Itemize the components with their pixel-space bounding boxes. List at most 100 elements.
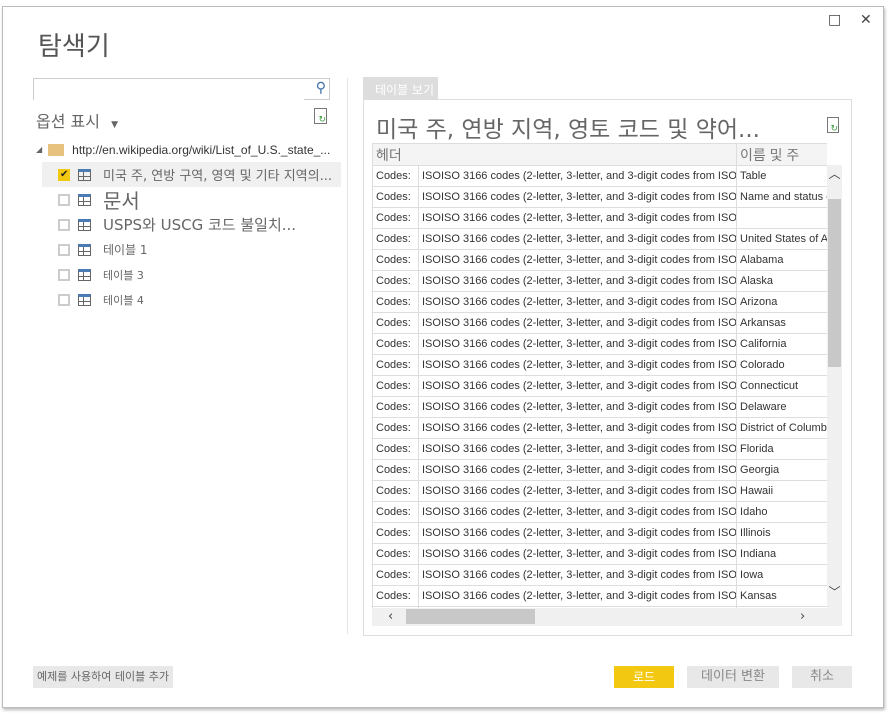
table-row: Codes: ISOISO 3166 codes (2-letter, 3-let…	[372, 354, 827, 376]
table-row: Codes: ISOISO 3166 codes (2-letter, 3-let…	[372, 375, 827, 397]
search-box: ⚲	[33, 78, 330, 100]
preview-title: 미국 주, 연방 지역, 영토 코드 및 약어...	[376, 117, 760, 143]
table-cell: Codes:	[372, 585, 419, 607]
table-cell: Georgia	[736, 459, 827, 481]
checkbox[interactable]	[58, 293, 70, 306]
table-cell: Codes:	[372, 396, 419, 418]
table-row: Codes: ISOISO 3166 codes (2-letter, 3-let…	[372, 501, 827, 523]
table-cell: ISOISO 3166 codes (2-letter, 3-letter, a…	[417, 564, 738, 586]
table-cell: ISOISO 3166 codes (2-letter, 3-letter, a…	[417, 438, 738, 460]
table-row: Codes: ISOISO 3166 codes (2-letter, 3-let…	[372, 543, 827, 565]
scroll-thumb[interactable]	[406, 609, 535, 624]
table-cell: ISOISO 3166 codes (2-letter, 3-letter, a…	[417, 333, 738, 355]
tree-item-label: USPS와 USCG 코드 불일치...	[103, 216, 297, 234]
table-cell: ISOISO 3166 codes (2-letter, 3-letter, a…	[417, 501, 738, 523]
scroll-right-icon[interactable]: ›	[800, 609, 805, 624]
table-cell: Name and status of	[736, 186, 827, 208]
tree-item-label: 테이블 4	[103, 293, 144, 307]
checkbox[interactable]	[58, 268, 70, 281]
table-cell: Codes:	[372, 459, 419, 481]
table-icon	[78, 218, 91, 231]
checkbox[interactable]	[58, 218, 70, 231]
scroll-down-icon[interactable]: ﹀	[827, 583, 842, 600]
scroll-thumb[interactable]	[828, 199, 841, 367]
scroll-up-icon[interactable]: ︿	[827, 165, 842, 182]
checkbox[interactable]	[58, 193, 70, 206]
chevron-down-icon: ▼	[111, 120, 118, 130]
tree-item[interactable]: 테이블 3	[36, 262, 341, 287]
folder-icon	[48, 143, 65, 156]
tree-root-label: http://en.wikipedia.org/wiki/List_of_U.S…	[72, 142, 331, 157]
tab-table-view[interactable]: 테이블 보기	[363, 77, 438, 99]
cancel-button[interactable]: 취소	[792, 666, 852, 688]
table-cell: ISOISO 3166 codes (2-letter, 3-letter, a…	[417, 270, 738, 292]
column-header[interactable]: 헤더	[372, 143, 738, 166]
table-cell: Codes:	[372, 501, 419, 523]
table-row: Codes: ISOISO 3166 codes (2-letter, 3-let…	[372, 480, 827, 502]
table-cell: ISOISO 3166 codes (2-letter, 3-letter, a…	[417, 165, 738, 187]
options-label: 옵션 표시	[36, 112, 100, 131]
table-cell: Codes:	[372, 291, 419, 313]
table-row: Codes: ISOISO 3166 codes (2-letter, 3-let…	[372, 249, 827, 271]
table-cell: ISOISO 3166 codes (2-letter, 3-letter, a…	[417, 291, 738, 313]
table-cell: Indiana	[736, 543, 827, 565]
vertical-scrollbar[interactable]: ︿ ﹀	[827, 165, 842, 608]
table-cell: ISOISO 3166 codes (2-letter, 3-letter, a…	[417, 543, 738, 565]
table-cell: ISOISO 3166 codes (2-letter, 3-letter, a…	[417, 186, 738, 208]
table-cell: ISOISO 3166 codes (2-letter, 3-letter, a…	[417, 459, 738, 481]
table-cell: Codes:	[372, 228, 419, 250]
tree-item[interactable]: 테이블 4	[36, 287, 341, 312]
options-dropdown[interactable]: 옵션 표시 ▼	[36, 108, 118, 132]
add-table-from-example-button[interactable]: 예제를 사용하여 테이블 추가	[33, 666, 173, 688]
table-cell: ISOISO 3166 codes (2-letter, 3-letter, a…	[417, 207, 738, 229]
table-row: Codes: ISOISO 3166 codes (2-letter, 3-let…	[372, 228, 827, 250]
table-row: Codes: ISOISO 3166 codes (2-letter, 3-let…	[372, 438, 827, 460]
table-cell: ISOISO 3166 codes (2-letter, 3-letter, a…	[417, 585, 738, 607]
table-cell: Arkansas	[736, 312, 827, 334]
tree-root[interactable]: ◢ http://en.wikipedia.org/wiki/List_of_U…	[36, 137, 341, 162]
table-cell: Codes:	[372, 522, 419, 544]
load-button[interactable]: 로드	[614, 666, 674, 688]
column-header[interactable]: 이름 및 주	[736, 143, 827, 166]
table-row: Codes: ISOISO 3166 codes (2-letter, 3-let…	[372, 564, 827, 586]
tree-item-label: 테이블 1	[103, 243, 148, 257]
table-cell: Arizona	[736, 291, 827, 313]
close-icon[interactable]: ✕	[860, 12, 872, 28]
search-icon[interactable]: ⚲	[316, 80, 326, 96]
table-cell: ISOISO 3166 codes (2-letter, 3-letter, a…	[417, 249, 738, 271]
table-cell: Alaska	[736, 270, 827, 292]
tree-item[interactable]: USPS와 USCG 코드 불일치...	[36, 212, 341, 237]
table-cell: Codes:	[372, 312, 419, 334]
tree-item[interactable]: ✔ 미국 주, 연방 구역, 영역 및 기타 지역의...	[42, 162, 341, 187]
table-cell: Codes:	[372, 186, 419, 208]
table-cell: Codes:	[372, 165, 419, 187]
transform-data-button[interactable]: 데이터 변환	[687, 666, 779, 688]
table-row: Codes: ISOISO 3166 codes (2-letter, 3-let…	[372, 396, 827, 418]
search-input[interactable]	[34, 79, 304, 100]
horizontal-scrollbar[interactable]: ‹ ›	[372, 608, 842, 626]
window-title: 탐색기	[38, 32, 110, 62]
table-cell: Codes:	[372, 543, 419, 565]
table-cell: Kansas	[736, 585, 827, 607]
table-cell: ISOISO 3166 codes (2-letter, 3-letter, a…	[417, 396, 738, 418]
table-row: Codes: ISOISO 3166 codes (2-letter, 3-let…	[372, 312, 827, 334]
maximize-icon[interactable]: □	[828, 12, 841, 28]
scroll-left-icon[interactable]: ‹	[388, 609, 393, 624]
table-row: Codes: ISOISO 3166 codes (2-letter, 3-let…	[372, 291, 827, 313]
table-cell: ISOISO 3166 codes (2-letter, 3-letter, a…	[417, 480, 738, 502]
checkbox[interactable]	[58, 243, 70, 256]
table-cell: ISOISO 3166 codes (2-letter, 3-letter, a…	[417, 312, 738, 334]
checkbox[interactable]: ✔	[58, 168, 70, 181]
table-cell: Codes:	[372, 375, 419, 397]
tree-item[interactable]: 문서	[36, 187, 341, 212]
table-cell: Florida	[736, 438, 827, 460]
refresh-icon[interactable]: ↻	[314, 108, 327, 125]
table-row: Codes: ISOISO 3166 codes (2-letter, 3-let…	[372, 417, 827, 439]
refresh-icon[interactable]: ↻	[827, 117, 839, 134]
tree-item[interactable]: 테이블 1	[36, 237, 341, 262]
navigator-tree: ◢ http://en.wikipedia.org/wiki/List_of_U…	[36, 137, 341, 312]
tree-item-label: 문서	[103, 189, 140, 212]
collapse-icon[interactable]: ◢	[36, 145, 42, 154]
table-icon	[78, 168, 91, 181]
table-row: Codes: ISOISO 3166 codes (2-letter, 3-let…	[372, 207, 827, 229]
